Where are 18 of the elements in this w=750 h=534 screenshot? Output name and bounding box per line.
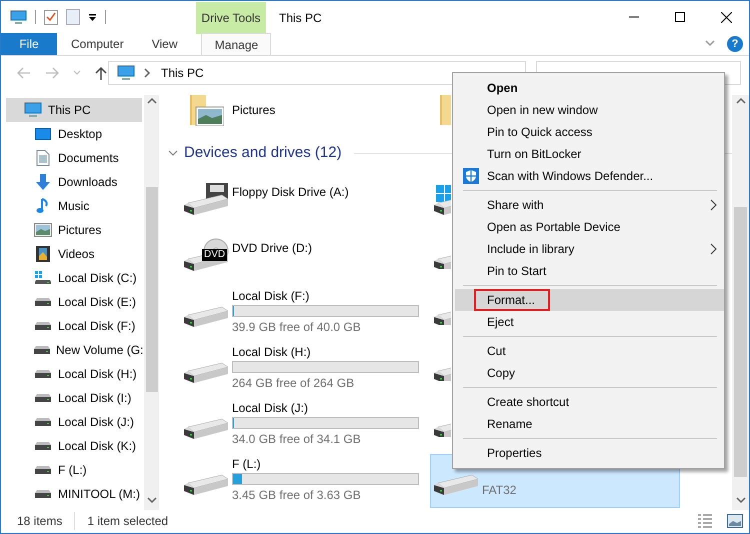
dvd-label: DVD [202,249,228,261]
folder-name: Pictures [232,102,276,119]
drive-name: Local Disk (H:) [232,344,312,360]
drive-name: F (L:) [232,456,262,472]
window-title: This PC [279,10,322,27]
drive-name: Local Disk (F:) [232,288,310,304]
drive-name: Local Disk (J:) [232,400,310,416]
drive-name: Floppy Disk Drive (A:) [232,184,349,200]
free-space-text: 3.45 GB free of 3.63 GB [232,488,362,503]
file-system-label: FAT32 [482,482,516,498]
section-header: Devices and drives (12) [184,142,342,163]
free-space-text: 39.9 GB free of 40.0 GB [232,320,362,335]
free-space-text: 34.0 GB free of 34.1 GB [232,432,362,447]
contextual-group-label: Drive Tools [201,10,261,27]
drive-name: DVD Drive (D:) [232,240,312,256]
free-space-text: 264 GB free of 264 GB [232,376,356,391]
item-count: 18 items [1,512,76,530]
selection-status: 1 item selected [86,513,168,530]
